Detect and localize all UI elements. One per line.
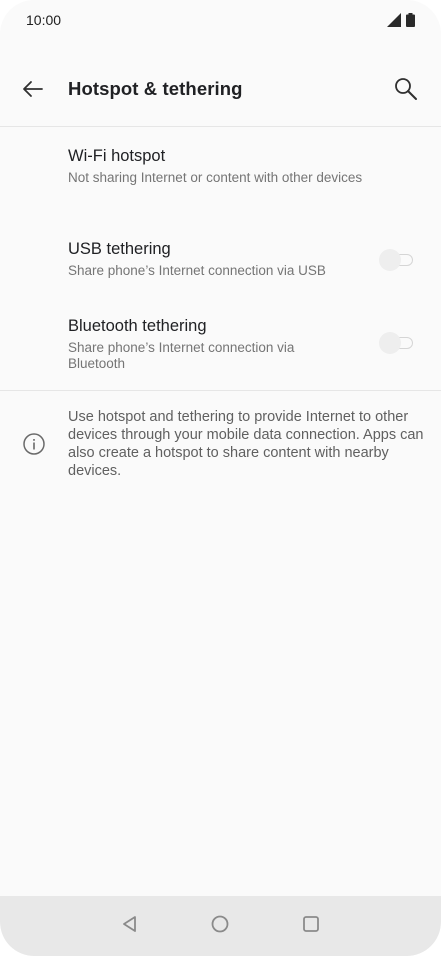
home-circle-icon <box>210 914 230 939</box>
arrow-left-icon <box>21 77 45 106</box>
setting-summary-line1: Share phone’s Internet connection via <box>68 340 295 355</box>
setting-summary: Share phone’s Internet connection via US… <box>68 263 326 278</box>
status-bar: 10:00 <box>0 0 441 42</box>
battery-icon <box>406 13 415 32</box>
search-icon <box>393 76 419 107</box>
setting-wifi-hotspot[interactable]: Wi-Fi hotspot Not sharing Internet or co… <box>0 128 441 208</box>
setting-summary-line2: Bluetooth <box>68 356 126 371</box>
back-button[interactable] <box>16 74 50 108</box>
status-icons <box>387 13 415 32</box>
toolbar-divider <box>0 126 441 127</box>
status-time: 10:00 <box>26 12 62 28</box>
app-toolbar: Hotspot & tethering <box>0 56 441 124</box>
back-triangle-icon <box>120 914 140 939</box>
setting-usb-tethering[interactable]: USB tethering Share phone’s Internet con… <box>0 222 441 296</box>
nav-home-button[interactable] <box>208 914 232 938</box>
search-button[interactable] <box>389 74 423 108</box>
section-divider <box>0 390 441 391</box>
nav-back-button[interactable] <box>118 914 142 938</box>
setting-title: Wi-Fi hotspot <box>68 147 166 165</box>
setting-summary: Not sharing Internet or content with oth… <box>68 170 363 185</box>
phone-screen: 10:00 Hotspot & tethering Wi-Fi hotspot … <box>0 0 441 956</box>
navigation-bar <box>0 896 441 956</box>
signal-icon <box>387 13 401 32</box>
info-text: Use hotspot and tethering to provide Int… <box>68 409 424 479</box>
page-title: Hotspot & tethering <box>68 78 243 99</box>
setting-title: USB tethering <box>68 240 171 258</box>
toggle-thumb <box>379 332 401 354</box>
toggle-thumb <box>379 249 401 271</box>
bluetooth-tethering-toggle[interactable] <box>379 331 415 355</box>
setting-bluetooth-tethering[interactable]: Bluetooth tethering Share phone’s Intern… <box>0 298 441 384</box>
recents-square-icon <box>301 914 321 939</box>
info-icon <box>22 432 46 456</box>
setting-title: Bluetooth tethering <box>68 317 207 335</box>
usb-tethering-toggle[interactable] <box>379 248 415 272</box>
nav-recents-button[interactable] <box>299 914 323 938</box>
